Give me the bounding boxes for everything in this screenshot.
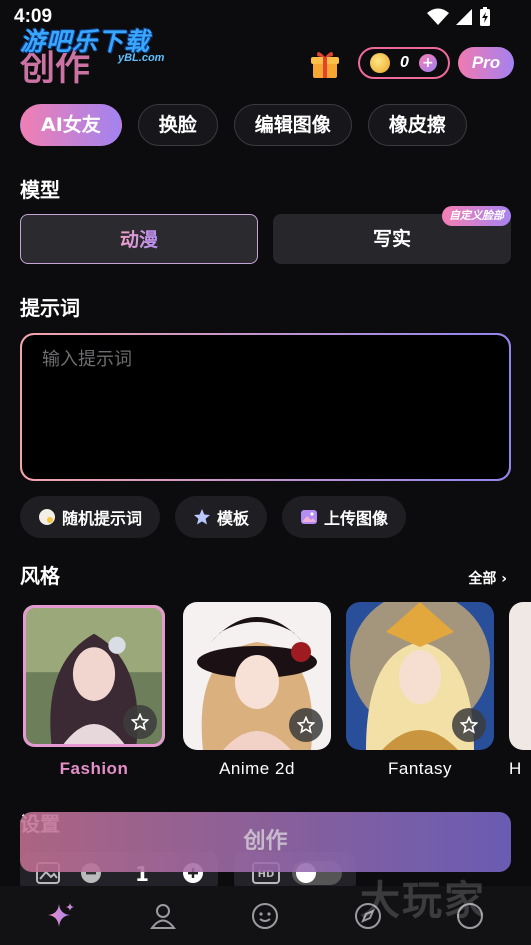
tab-ai-girlfriend[interactable]: AI女友 (20, 104, 122, 146)
prompt-label: 提示词 (20, 296, 80, 320)
style-name-fantasy: Fantasy (388, 759, 452, 778)
image-icon (301, 510, 318, 524)
star-icon (194, 509, 211, 525)
style-label: 风格 (20, 564, 60, 588)
favorite-button[interactable] (452, 708, 486, 742)
watermark-url: yBL.com (118, 52, 165, 64)
style-card-anime-2d[interactable] (183, 602, 331, 750)
upload-image-label: 上传图像 (324, 509, 389, 528)
wifi-icon (427, 8, 449, 25)
nav-create[interactable] (44, 899, 78, 933)
coin-count: 0 (400, 54, 409, 71)
coin-icon (370, 53, 390, 73)
model-anime-label: 动漫 (119, 229, 158, 251)
style-name-partial: H (509, 759, 522, 778)
battery-icon (480, 7, 490, 26)
status-icons (427, 7, 491, 27)
gift-icon[interactable] (309, 48, 341, 80)
add-coins-icon[interactable]: + (418, 54, 437, 72)
user-icon (150, 903, 177, 929)
see-all-link[interactable]: 全部 › (468, 568, 507, 588)
style-thumbnail (509, 602, 531, 750)
star-outline-icon (131, 713, 149, 731)
style-card-fantasy[interactable] (346, 602, 494, 750)
mode-tabs: AI女友 换脸 编辑图像 橡皮擦 (20, 104, 467, 146)
random-prompt-button[interactable]: 随机提示词 (20, 496, 161, 538)
star-outline-icon (297, 716, 315, 734)
nav-characters[interactable] (146, 899, 180, 933)
template-button[interactable]: 模板 (175, 496, 268, 538)
random-prompt-label: 随机提示词 (62, 509, 143, 528)
tab-edit-image[interactable]: 编辑图像 (233, 104, 352, 146)
coin-balance[interactable]: 0 + (358, 47, 450, 79)
favorite-button[interactable] (289, 708, 323, 742)
pro-button[interactable]: Pro (458, 47, 514, 79)
dice-icon (39, 509, 55, 525)
prompt-box (20, 333, 511, 481)
prompt-input[interactable] (42, 349, 492, 370)
tab-eraser[interactable]: 橡皮擦 (367, 104, 467, 146)
model-realistic-label: 写实 (372, 228, 411, 250)
star-outline-icon (460, 716, 478, 734)
style-name-anime-2d: Anime 2d (219, 759, 295, 778)
model-label: 模型 (20, 178, 60, 202)
style-name-fashion: Fashion (59, 759, 129, 778)
corner-watermark: 大玩家 (360, 878, 486, 924)
model-anime-button[interactable]: 动漫 (20, 214, 258, 264)
smile-icon (252, 902, 279, 929)
prompt-chips: 随机提示词 模板 上传图像 (20, 496, 407, 538)
signal-icon (456, 9, 472, 25)
see-all-label: 全部 (468, 571, 497, 587)
style-card-partial[interactable] (509, 602, 531, 750)
template-label: 模板 (217, 509, 250, 528)
style-card-fashion[interactable] (20, 602, 168, 750)
nav-chat[interactable] (248, 899, 282, 933)
custom-face-badge: 自定义脸部 (442, 206, 511, 226)
tab-face-swap[interactable]: 换脸 (137, 104, 218, 146)
sparkle-icon (48, 902, 75, 927)
create-button[interactable]: 创作 (20, 812, 511, 872)
upload-image-button[interactable]: 上传图像 (282, 496, 407, 538)
chevron-right-icon: › (501, 571, 507, 587)
favorite-button[interactable] (123, 705, 157, 739)
